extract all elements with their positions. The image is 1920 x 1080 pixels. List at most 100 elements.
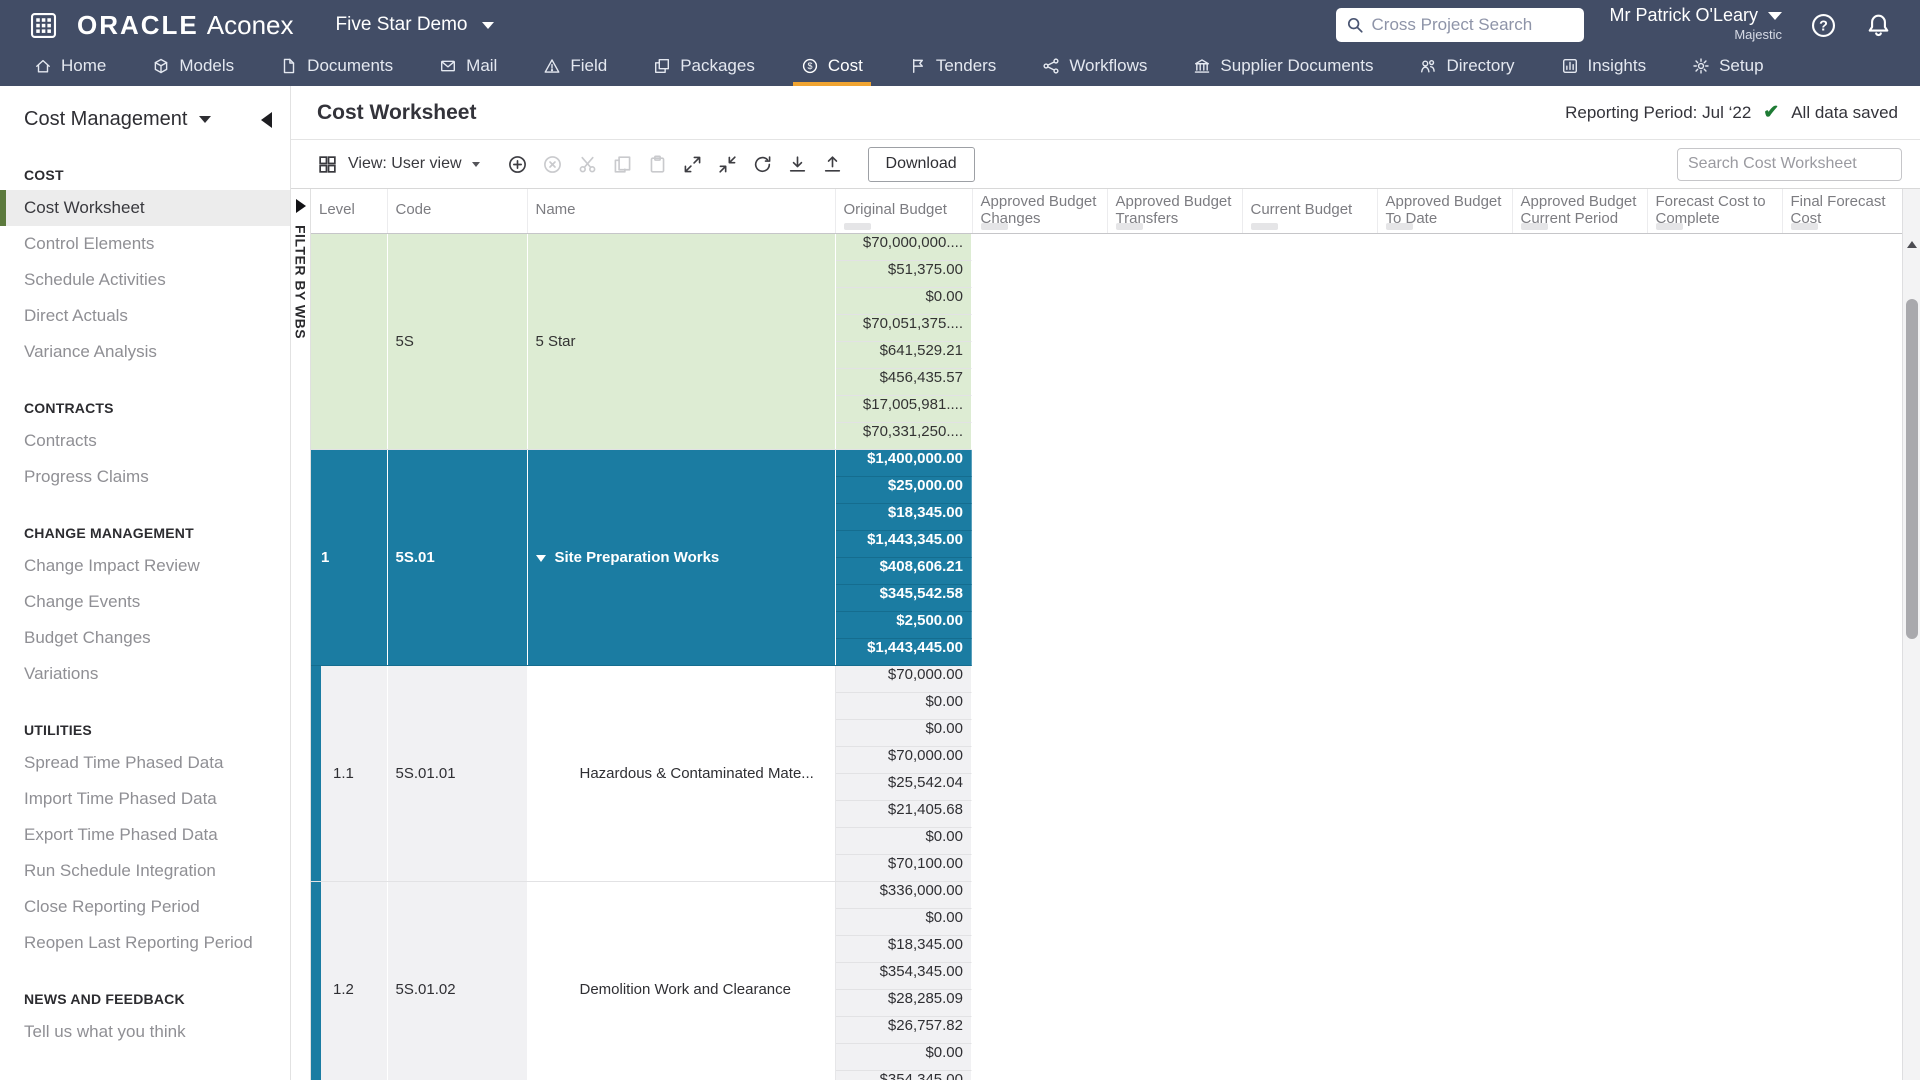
- import-button[interactable]: [822, 154, 843, 175]
- column-header-approved-budget-current-period[interactable]: Approved Budget Current Period: [1512, 189, 1647, 233]
- sidebar-item-export-time-phased-data[interactable]: Export Time Phased Data: [0, 817, 290, 853]
- column-header-current-budget[interactable]: Current Budget: [1242, 189, 1377, 233]
- collapse-triangle-icon[interactable]: [536, 555, 546, 562]
- download-button[interactable]: Download: [868, 147, 975, 182]
- value-cell[interactable]: $26,757.82: [836, 1017, 973, 1044]
- cut-button[interactable]: [577, 154, 598, 175]
- table-row-5s[interactable]: 5S5 Star$70,000,000....$51,375.00$0.00$7…: [311, 233, 1902, 450]
- nav-item-tenders[interactable]: Tenders: [909, 46, 996, 86]
- sidebar-item-run-schedule-integration[interactable]: Run Schedule Integration: [0, 853, 290, 889]
- level-cell[interactable]: 1.1: [311, 666, 387, 882]
- sidebar-item-import-time-phased-data[interactable]: Import Time Phased Data: [0, 781, 290, 817]
- sidebar-item-schedule-activities[interactable]: Schedule Activities: [0, 262, 290, 298]
- sidebar-item-close-reporting-period[interactable]: Close Reporting Period: [0, 889, 290, 925]
- sidebar-item-change-impact-review[interactable]: Change Impact Review: [0, 548, 290, 584]
- code-cell[interactable]: 5S.01.01: [387, 666, 527, 882]
- level-cell[interactable]: 1: [311, 450, 387, 666]
- value-cell[interactable]: $2,500.00: [836, 612, 973, 639]
- value-cell[interactable]: $641,529.21: [836, 342, 973, 369]
- value-cell[interactable]: $0.00: [836, 909, 973, 936]
- table-row-1.2[interactable]: 1.25S.01.02Demolition Work and Clearance…: [311, 882, 1902, 1080]
- refresh-button[interactable]: [752, 154, 773, 175]
- value-cell[interactable]: $408,606.21: [836, 558, 973, 585]
- column-header-forecast-cost-to-complete[interactable]: Forecast Cost to Complete: [1647, 189, 1782, 233]
- nav-item-directory[interactable]: Directory: [1419, 46, 1514, 86]
- code-cell[interactable]: 5S.01: [387, 450, 527, 666]
- filter-by-wbs-panel[interactable]: FILTER BY WBS: [291, 189, 311, 1080]
- table-row-1.1[interactable]: 1.15S.01.01Hazardous & Contaminated Mate…: [311, 666, 1902, 882]
- user-menu[interactable]: Mr Patrick O'Leary Majestic: [1610, 5, 1782, 44]
- notifications-button[interactable]: [1865, 12, 1892, 39]
- value-cell[interactable]: $28,285.09: [836, 990, 973, 1017]
- name-cell[interactable]: Site Preparation Works: [527, 450, 835, 666]
- value-cell[interactable]: $17,005,981....: [836, 396, 973, 423]
- nav-item-documents[interactable]: Documents: [280, 46, 393, 86]
- value-cell[interactable]: $18,345.00: [836, 936, 973, 963]
- sidebar-item-direct-actuals[interactable]: Direct Actuals: [0, 298, 290, 334]
- value-cell[interactable]: $336,000.00: [836, 882, 973, 909]
- nav-item-packages[interactable]: Packages: [653, 46, 755, 86]
- view-selector[interactable]: View: User view: [317, 154, 480, 175]
- value-cell[interactable]: $456,435.57: [836, 369, 973, 396]
- column-header-final-forecast-cost[interactable]: Final Forecast Cost: [1782, 189, 1902, 233]
- value-cell[interactable]: $0.00: [836, 828, 973, 855]
- copy-button[interactable]: [612, 154, 633, 175]
- nav-item-models[interactable]: Models: [152, 46, 234, 86]
- value-cell[interactable]: $0.00: [836, 288, 973, 315]
- value-cell[interactable]: $1,443,345.00: [836, 531, 973, 558]
- value-cell[interactable]: $1,400,000.00: [836, 450, 973, 477]
- column-header-approved-budget-to-date[interactable]: Approved Budget To Date: [1377, 189, 1512, 233]
- scroll-up-icon[interactable]: [1907, 241, 1917, 248]
- value-cell[interactable]: $0.00: [836, 720, 973, 747]
- sidebar-item-contracts[interactable]: Contracts: [0, 423, 290, 459]
- export-button[interactable]: [787, 154, 808, 175]
- sidebar-item-change-events[interactable]: Change Events: [0, 584, 290, 620]
- nav-item-cost[interactable]: $Cost: [801, 46, 863, 86]
- column-header-original-budget[interactable]: Original Budget: [835, 189, 972, 233]
- paste-button[interactable]: [647, 154, 668, 175]
- sidebar-item-cost-worksheet[interactable]: Cost Worksheet: [0, 190, 290, 226]
- value-cell[interactable]: $354,345.00: [836, 1071, 973, 1080]
- value-cell[interactable]: $70,000.00: [836, 666, 973, 693]
- value-cell[interactable]: $1,443,445.00: [836, 639, 973, 666]
- sidebar-item-reopen-last-reporting-period[interactable]: Reopen Last Reporting Period: [0, 925, 290, 961]
- value-cell[interactable]: $0.00: [836, 693, 973, 720]
- column-header-approved-budget-changes[interactable]: Approved Budget Changes: [972, 189, 1107, 233]
- sidebar-item-progress-claims[interactable]: Progress Claims: [0, 459, 290, 495]
- name-cell[interactable]: Demolition Work and Clearance: [527, 882, 835, 1080]
- nav-item-mail[interactable]: Mail: [439, 46, 497, 86]
- column-header-approved-budget-transfers[interactable]: Approved Budget Transfers: [1107, 189, 1242, 233]
- level-cell[interactable]: [311, 233, 387, 450]
- code-cell[interactable]: 5S: [387, 233, 527, 450]
- nav-item-setup[interactable]: Setup: [1692, 46, 1763, 86]
- value-cell[interactable]: $21,405.68: [836, 801, 973, 828]
- level-cell[interactable]: 1.2: [311, 882, 387, 1080]
- sidebar-item-variance-analysis[interactable]: Variance Analysis: [0, 334, 290, 370]
- sidebar-item-spread-time-phased-data[interactable]: Spread Time Phased Data: [0, 745, 290, 781]
- add-button[interactable]: [507, 154, 528, 175]
- value-cell[interactable]: $70,000,000....: [836, 234, 973, 261]
- code-cell[interactable]: 5S.01.02: [387, 882, 527, 1080]
- sidebar-collapse-icon[interactable]: [261, 112, 272, 128]
- column-header-name[interactable]: Name: [527, 189, 835, 233]
- value-cell[interactable]: $70,331,250....: [836, 423, 973, 450]
- app-launcher-button[interactable]: [30, 12, 57, 39]
- value-cell[interactable]: $25,542.04: [836, 774, 973, 801]
- sidebar-item-budget-changes[interactable]: Budget Changes: [0, 620, 290, 656]
- nav-item-workflows[interactable]: Workflows: [1042, 46, 1147, 86]
- value-cell[interactable]: $354,345.00: [836, 963, 973, 990]
- value-cell[interactable]: $70,000.00: [836, 747, 973, 774]
- value-cell[interactable]: $18,345.00: [836, 504, 973, 531]
- value-cell[interactable]: $70,100.00: [836, 855, 973, 882]
- value-cell[interactable]: $345,542.58: [836, 585, 973, 612]
- value-cell[interactable]: $25,000.00: [836, 477, 973, 504]
- module-selector[interactable]: Cost Management: [24, 108, 211, 131]
- nav-item-insights[interactable]: Insights: [1561, 46, 1647, 86]
- expand-all-button[interactable]: [682, 154, 703, 175]
- sidebar-item-tell-us-what-you-think[interactable]: Tell us what you think: [0, 1014, 290, 1050]
- nav-item-home[interactable]: Home: [34, 46, 106, 86]
- vertical-scrollbar[interactable]: [1902, 189, 1920, 1080]
- column-header-code[interactable]: Code: [387, 189, 527, 233]
- worksheet-search-input[interactable]: [1677, 148, 1902, 181]
- value-cell[interactable]: $51,375.00: [836, 261, 973, 288]
